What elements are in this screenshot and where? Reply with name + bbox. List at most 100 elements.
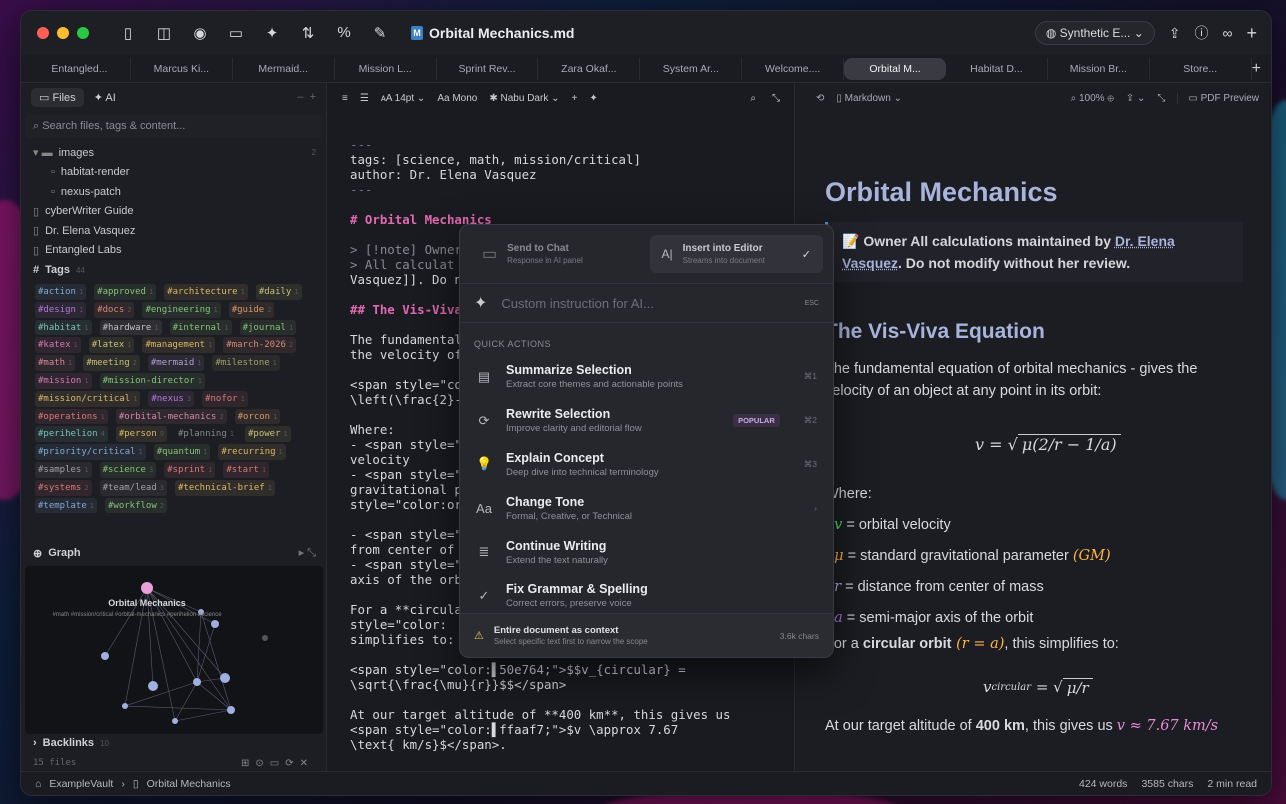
font-selector[interactable]: Aa Mono bbox=[437, 93, 477, 104]
share-icon[interactable]: ⇪ bbox=[1169, 25, 1181, 42]
quick-action-item[interactable]: ⟳ Rewrite Selection Improve clarity and ed… bbox=[460, 399, 833, 443]
graph-node[interactable] bbox=[101, 652, 109, 660]
minimize-window-button[interactable] bbox=[57, 27, 69, 39]
graph-node[interactable] bbox=[262, 635, 268, 641]
editor-theme-selector[interactable]: ✱ Nabu Dark ⌄ bbox=[489, 93, 559, 104]
graph-node[interactable] bbox=[211, 620, 219, 628]
new-document-icon[interactable]: ▯ bbox=[119, 24, 137, 42]
tag-chip[interactable]: #person 9 bbox=[115, 426, 167, 443]
breadcrumb-file[interactable]: Orbital Mechanics bbox=[147, 778, 231, 790]
sidebar-controls[interactable]: – + bbox=[297, 91, 316, 103]
tag-chip[interactable]: #template 1 bbox=[35, 497, 97, 514]
tab-item[interactable]: System Ar... bbox=[640, 57, 743, 80]
tag-chip[interactable]: #habitat 1 bbox=[35, 319, 92, 336]
graph-node[interactable] bbox=[172, 718, 178, 724]
tag-chip[interactable]: #quantum 1 bbox=[153, 444, 211, 460]
tag-chip[interactable]: #science 3 bbox=[99, 461, 157, 478]
graph-node[interactable] bbox=[148, 681, 158, 691]
sidebar-footer-actions[interactable]: ⊞⊙▭⟳✕ bbox=[241, 758, 314, 769]
list-icon[interactable]: ☰ bbox=[360, 93, 369, 104]
graph-section-header[interactable]: ⊕ Graph ▸ ⤡ bbox=[21, 543, 326, 563]
tag-chip[interactable]: #mission 1 bbox=[35, 372, 92, 389]
search-icon[interactable]: ⌕ bbox=[750, 93, 756, 104]
tag-chip[interactable]: #planning 1 bbox=[175, 426, 237, 442]
tag-chip[interactable]: #technical-brief 1 bbox=[174, 479, 275, 496]
quick-action-item[interactable]: Aa Change Tone Formal, Creative, or Techni… bbox=[460, 486, 833, 530]
outline-icon[interactable]: ≡ bbox=[342, 93, 348, 104]
tag-chip[interactable]: #docs 2 bbox=[94, 301, 135, 318]
tag-chip[interactable]: #march-2026 2 bbox=[223, 337, 297, 354]
tab-item[interactable]: Zara Okaf... bbox=[538, 57, 641, 80]
tag-chip[interactable]: #meeting 2 bbox=[83, 355, 140, 371]
graph-node[interactable] bbox=[227, 706, 235, 714]
quick-action-item[interactable]: ▤ Summarize Selection Extract core themes … bbox=[460, 355, 833, 399]
tag-chip[interactable]: #mermaid 1 bbox=[147, 355, 205, 371]
theme-selector[interactable]: ◍ Synthetic E... ⌄ bbox=[1034, 21, 1155, 45]
tab-item[interactable]: Sprint Rev... bbox=[437, 57, 539, 80]
quick-action-item[interactable]: ✓ Fix Grammar & Spelling Correct errors, p… bbox=[460, 574, 833, 618]
tag-chip[interactable]: #samples 1 bbox=[35, 461, 92, 478]
add-icon[interactable]: + bbox=[1246, 23, 1257, 44]
graph-node[interactable] bbox=[220, 673, 230, 683]
reading-glasses-icon[interactable]: ∞ bbox=[1223, 25, 1233, 41]
quick-action-item[interactable]: 💡 Explain Concept Deep dive into technical… bbox=[460, 443, 833, 487]
maximize-window-button[interactable] bbox=[77, 27, 89, 39]
close-window-button[interactable] bbox=[37, 27, 49, 39]
refresh-icon[interactable]: ⟲ bbox=[816, 93, 824, 104]
tag-chip[interactable]: #power 1 bbox=[244, 426, 291, 443]
tab-item[interactable]: Marcus Ki... bbox=[131, 57, 233, 80]
tab-files[interactable]: ▭ Files bbox=[31, 87, 84, 107]
ai-sparkle-icon[interactable]: ✦ bbox=[263, 24, 281, 42]
tab-item[interactable]: Orbital M... bbox=[844, 57, 946, 80]
tags-section-header[interactable]: # Tags 44 bbox=[21, 260, 326, 280]
tag-chip[interactable]: #recurring 1 bbox=[218, 444, 286, 460]
pen-icon[interactable]: ✎ bbox=[371, 24, 389, 42]
search-input[interactable]: ⌕ Search files, tags & content... bbox=[25, 115, 322, 139]
graph-view[interactable]: Orbital Mechanics #math #mission/critica… bbox=[25, 566, 323, 734]
file-tree-item[interactable]: ▯ cyberWriter Guide bbox=[21, 202, 326, 222]
tag-chip[interactable]: #approved 1 bbox=[94, 284, 157, 300]
tab-item[interactable]: Mission L... bbox=[335, 57, 437, 80]
tag-chip[interactable]: #systems 2 bbox=[35, 479, 92, 496]
graph-node[interactable] bbox=[193, 678, 201, 686]
tag-chip[interactable]: #nexus 3 bbox=[148, 390, 195, 407]
add-icon[interactable]: + bbox=[572, 93, 578, 104]
tag-chip[interactable]: #priority/critical 1 bbox=[35, 444, 146, 460]
file-tree-item[interactable]: ▯ Dr. Elena Vasquez bbox=[21, 221, 326, 241]
export-icon[interactable]: ⇪ ⌄ bbox=[1126, 93, 1146, 104]
graph-node[interactable] bbox=[122, 703, 128, 709]
tag-chip[interactable]: #perihelion 4 bbox=[35, 426, 108, 443]
sort-arrows-icon[interactable]: ⇅ bbox=[299, 24, 317, 42]
tab-item[interactable]: Mermaid... bbox=[233, 57, 335, 80]
insert-into-editor-option[interactable]: A| Insert into Editor Streams into docume… bbox=[649, 235, 823, 273]
file-tree-item[interactable]: ▯ Entangled Labs bbox=[21, 241, 326, 261]
tag-chip[interactable]: #hardware 1 bbox=[99, 319, 162, 336]
tag-chip[interactable]: #design 1 bbox=[35, 301, 87, 318]
tab-item[interactable]: Welcome.... bbox=[742, 57, 845, 80]
ai-sparkle-icon[interactable]: ✦ bbox=[589, 93, 597, 104]
tag-chip[interactable]: #workflow 2 bbox=[105, 497, 167, 514]
new-tab-button[interactable]: + bbox=[1252, 60, 1261, 78]
help-icon[interactable]: ⓘ bbox=[1195, 23, 1209, 43]
tab-item[interactable]: Entangled... bbox=[29, 57, 131, 80]
custom-instruction-input[interactable] bbox=[501, 295, 791, 311]
percent-icon[interactable]: % bbox=[335, 24, 353, 42]
collapse-icon[interactable]: ⤡ bbox=[772, 93, 780, 104]
tag-chip[interactable]: #nofor 1 bbox=[202, 390, 248, 407]
tag-chip[interactable]: #team/lead 3 bbox=[99, 479, 167, 496]
tag-chip[interactable]: #orbital-mechanics 2 bbox=[115, 408, 227, 425]
tab-item[interactable]: Mission Br... bbox=[1048, 57, 1150, 80]
tag-chip[interactable]: #operations 1 bbox=[35, 408, 108, 425]
tag-chip[interactable]: #latex 1 bbox=[88, 337, 135, 354]
tab-item[interactable]: Habitat D... bbox=[946, 57, 1048, 80]
expand-icon[interactable]: ⤡ bbox=[1157, 93, 1165, 104]
file-tree-item[interactable]: ▾ ▬ images 2 bbox=[21, 143, 326, 163]
tag-chip[interactable]: #engineering 1 bbox=[142, 301, 221, 318]
tag-chip[interactable]: #internal 1 bbox=[169, 319, 232, 336]
send-to-chat-option[interactable]: ▭ Send to Chat Response in AI panel bbox=[470, 235, 644, 273]
file-tree-item[interactable]: ▫ nexus-patch bbox=[21, 182, 326, 202]
preview-eye-icon[interactable]: ◉ bbox=[191, 24, 209, 42]
quick-action-item[interactable]: ≣ Continue Writing Extend the text natural… bbox=[460, 530, 833, 574]
split-view-icon[interactable]: ◫ bbox=[155, 24, 173, 42]
file-tree-item[interactable]: ▫ habitat-render bbox=[21, 163, 326, 183]
